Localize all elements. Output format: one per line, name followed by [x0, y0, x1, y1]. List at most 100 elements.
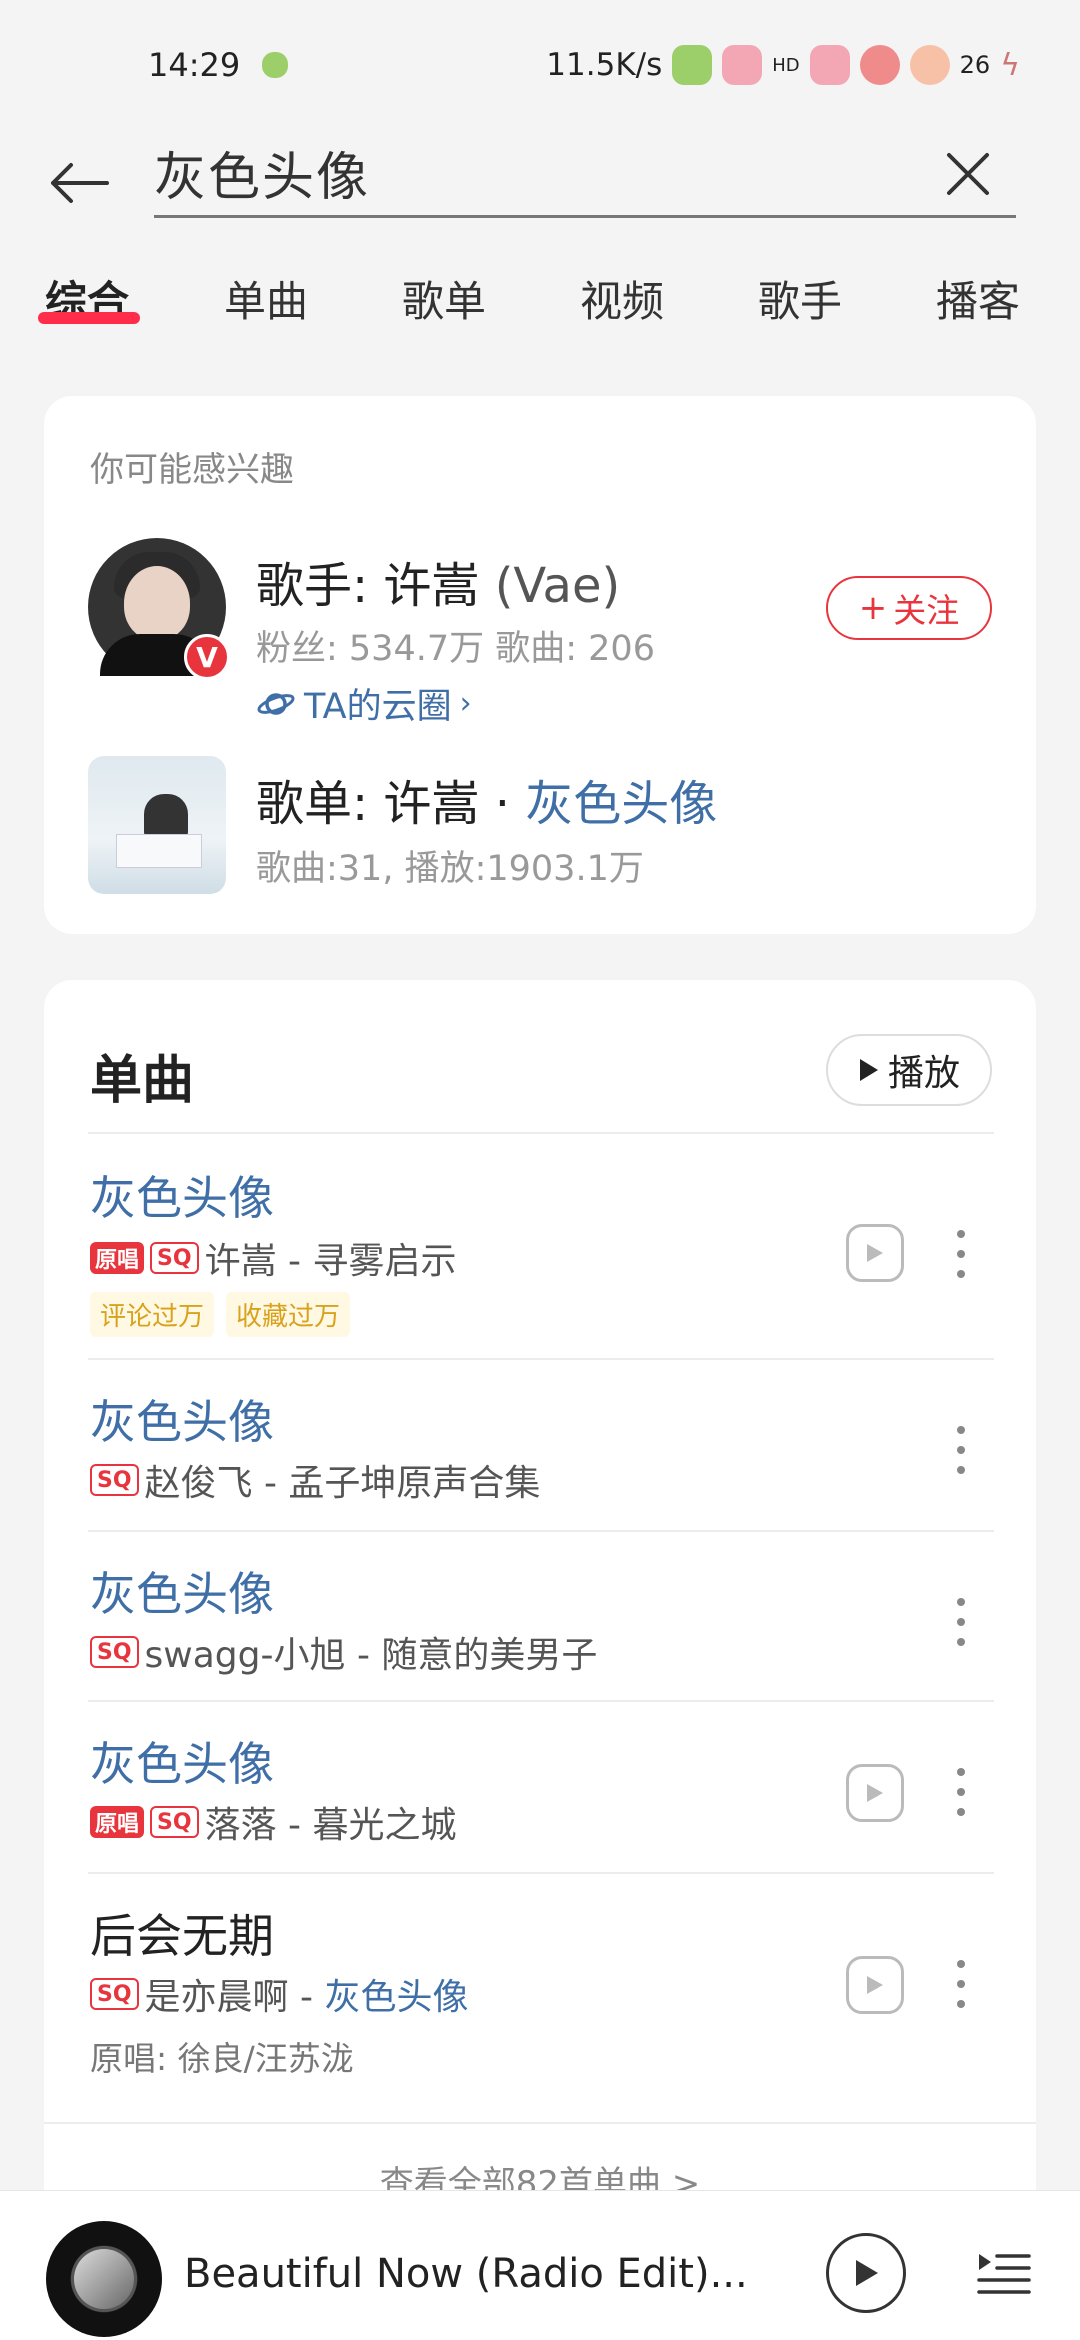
artist-circle-link[interactable]: TA的云圈 › — [256, 678, 472, 729]
dot — [957, 1960, 965, 1968]
song-artist-album: swagg-小旭 - 随意的美男子 — [144, 1635, 598, 1676]
original-tag: 原唱 — [90, 1242, 145, 1274]
sq-tag: SQ — [150, 1242, 199, 1274]
back-button[interactable] — [44, 148, 114, 218]
song-row[interactable]: 灰色头像 SQ swagg-小旭 - 随意的美男子 — [44, 1530, 1036, 1700]
divider — [44, 2122, 1036, 2124]
dot — [957, 1598, 965, 1606]
avatar-face — [124, 566, 190, 640]
artist-avatar[interactable]: V — [88, 538, 230, 680]
planet-icon — [257, 692, 295, 715]
tab-videos[interactable]: 视频 — [580, 268, 664, 329]
sq-tag: SQ — [90, 1464, 139, 1496]
dot — [957, 1230, 965, 1238]
song-title: 后会无期 — [90, 1909, 274, 1963]
play-all-button[interactable]: 播放 — [826, 1034, 992, 1106]
song-row[interactable]: 灰色头像 SQ 赵俊飞 - 孟子坤原声合集 — [44, 1358, 1036, 1530]
search-input[interactable]: 灰色头像 — [154, 130, 1016, 218]
song-meta: SQ 赵俊飞 - 孟子坤原声合集 — [90, 1454, 540, 1506]
mv-play-button[interactable] — [846, 1956, 904, 2014]
cover-person — [144, 794, 188, 838]
song-artist-album: 许嵩 - 寻雾启示 — [204, 1241, 457, 1282]
dot — [957, 1446, 965, 1454]
status-bar: 14:29 11.5K/s HD 26 ϟ — [0, 0, 1080, 130]
artist-circle-label: TA的云圈 — [304, 687, 452, 727]
playlist-button[interactable] — [974, 2243, 1034, 2303]
status-time: 14:29 — [148, 46, 241, 84]
arrow-left-icon — [51, 163, 109, 203]
dot — [957, 1808, 965, 1816]
dot — [957, 1980, 965, 1988]
sticker-icon — [672, 45, 713, 85]
play-icon — [867, 1976, 883, 1994]
more-options-button[interactable] — [946, 1592, 976, 1652]
result-tabs: 综合 单曲 歌单 视频 歌手 播客 — [0, 258, 1080, 348]
playlist-highlight: 灰色头像 — [525, 776, 718, 832]
more-options-button[interactable] — [946, 1420, 976, 1480]
more-options-button[interactable] — [946, 1762, 976, 1822]
song-title: 灰色头像 — [90, 1567, 274, 1621]
song-row[interactable]: 后会无期 SQ 是亦晨啊 - 灰色头像 原唱: 徐良/汪苏泷 — [44, 1872, 1036, 2102]
song-title: 灰色头像 — [90, 1395, 274, 1449]
search-query: 灰色头像 — [154, 148, 371, 208]
artist-name: 歌手: 许嵩 — [256, 558, 480, 614]
mv-play-button[interactable] — [846, 1764, 904, 1822]
song-badges: 评论过万 收藏过万 — [90, 1292, 351, 1337]
mv-play-button[interactable] — [846, 1224, 904, 1282]
more-options-button[interactable] — [946, 1954, 976, 2014]
status-right: 11.5K/s HD 26 ϟ — [546, 45, 1020, 85]
artist-title[interactable]: 歌手: 许嵩 (Vae) — [256, 546, 620, 616]
song-row[interactable]: 灰色头像 原唱 SQ 许嵩 - 寻雾启示 评论过万 收藏过万 — [44, 1132, 1036, 1358]
songs-card: 单曲 播放 灰色头像 原唱 SQ 许嵩 - 寻雾启示 评论过万 收藏过万 灰色头… — [44, 980, 1036, 2340]
follow-label: 关注 — [893, 591, 960, 630]
follow-button[interactable]: + 关注 — [826, 576, 992, 640]
playlist-icon — [977, 2254, 1031, 2294]
cover-piano — [116, 834, 202, 868]
artist-stats: 粉丝: 534.7万 歌曲: 206 — [256, 629, 655, 669]
play-icon — [856, 2260, 878, 2286]
dot — [957, 1618, 965, 1626]
phone-icon — [722, 45, 763, 85]
songs-section-title: 单曲 — [90, 1051, 195, 1111]
album-art — [74, 2249, 134, 2309]
playlist-stats: 歌曲:31, 播放:1903.1万 — [256, 849, 644, 889]
hearts-icon — [809, 45, 850, 85]
original-tag: 原唱 — [90, 1806, 145, 1838]
player-play-button[interactable] — [826, 2233, 906, 2313]
favorites-badge: 收藏过万 — [226, 1292, 351, 1337]
dot — [957, 1250, 965, 1258]
hd-label: HD — [772, 54, 800, 76]
original-singer: 原唱: 徐良/汪苏泷 — [90, 2039, 354, 2078]
song-row[interactable]: 灰色头像 原唱 SQ 落落 - 暮光之城 — [44, 1700, 1036, 1872]
tab-artists[interactable]: 歌手 — [758, 268, 842, 329]
dot — [957, 1270, 965, 1278]
now-playing-title: Beautiful Now (Radio Edit)... — [184, 2251, 748, 2297]
dot — [957, 2000, 965, 2008]
playlist-cover[interactable] — [88, 756, 226, 894]
playlist-title[interactable]: 歌单: 许嵩 · 灰色头像 — [256, 764, 717, 834]
mini-player[interactable]: Beautiful Now (Radio Edit)... — [0, 2190, 1080, 2340]
tab-playlists[interactable]: 歌单 — [402, 268, 486, 329]
interest-card: 你可能感兴趣 V 歌手: 许嵩 (Vae) 粉丝: 534.7万 歌曲: 206… — [44, 396, 1036, 934]
album-disc[interactable] — [46, 2221, 162, 2337]
signal-icon — [859, 45, 900, 85]
song-artist-album: 落落 - 暮光之城 — [204, 1805, 457, 1846]
more-options-button[interactable] — [946, 1224, 976, 1284]
song-title: 灰色头像 — [90, 1737, 274, 1791]
interest-caption: 你可能感兴趣 — [90, 450, 294, 490]
song-artist-album: 赵俊飞 - 孟子坤原声合集 — [144, 1463, 541, 1504]
battery-level: 26 — [959, 51, 991, 79]
play-icon — [867, 1784, 883, 1802]
song-meta: 原唱 SQ 落落 - 暮光之城 — [90, 1796, 456, 1848]
tab-songs[interactable]: 单曲 — [224, 268, 308, 329]
song-artist: 是亦晨啊 - — [144, 1977, 325, 2018]
comments-badge: 评论过万 — [90, 1292, 215, 1337]
tab-podcasts[interactable]: 播客 — [936, 268, 1020, 329]
song-meta: 原唱 SQ 许嵩 - 寻雾启示 — [90, 1232, 456, 1284]
dot — [957, 1638, 965, 1646]
chevron-right-icon: › — [459, 686, 472, 721]
dot — [957, 1768, 965, 1776]
status-left: 14:29 — [148, 46, 289, 84]
clear-search-button[interactable] — [938, 144, 998, 204]
play-icon — [859, 1059, 878, 1081]
